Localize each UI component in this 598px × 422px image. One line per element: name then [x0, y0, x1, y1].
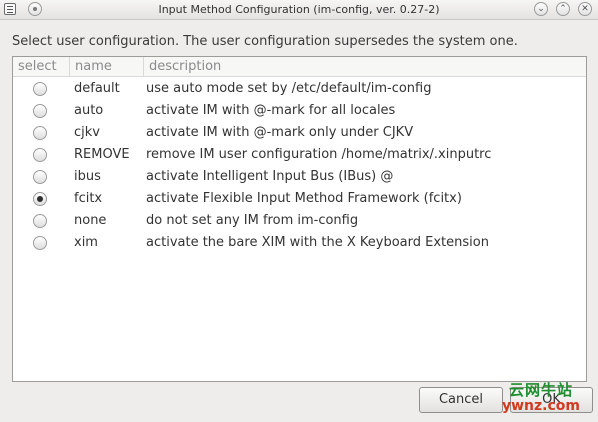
cancel-button[interactable]: Cancel: [419, 387, 503, 413]
watermark-line-1: 云网牛站: [508, 381, 573, 399]
list-item[interactable]: default use auto mode set by /etc/defaul…: [13, 78, 586, 100]
dialog-window: Input Method Configuration (im-config, v…: [0, 0, 598, 422]
item-description: activate Intelligent Input Bus (IBus) @: [146, 169, 394, 184]
minimize-button[interactable]: ⌄: [534, 2, 548, 16]
radio-button[interactable]: [33, 82, 47, 96]
item-description: activate IM with @-mark only under CJKV: [146, 125, 414, 140]
radio-button[interactable]: [33, 214, 47, 228]
item-name: none: [74, 213, 107, 228]
item-description: remove IM user configuration /home/matri…: [146, 147, 492, 162]
column-header-select[interactable]: select: [13, 57, 70, 76]
item-name: xim: [74, 235, 98, 250]
radio-button[interactable]: [33, 236, 47, 250]
item-description: activate Flexible Input Method Framework…: [146, 191, 462, 206]
radio-button[interactable]: [33, 192, 47, 206]
item-name: auto: [74, 103, 104, 118]
list-item[interactable]: REMOVE remove IM user configuration /hom…: [13, 144, 586, 166]
radio-button[interactable]: [33, 170, 47, 184]
list-item[interactable]: fcitx activate Flexible Input Method Fra…: [13, 188, 586, 210]
item-description: activate IM with @-mark for all locales: [146, 103, 396, 118]
column-header-description[interactable]: description: [144, 57, 586, 76]
item-name: fcitx: [74, 191, 103, 206]
title-bar[interactable]: Input Method Configuration (im-config, v…: [0, 0, 598, 20]
item-description: activate the bare XIM with the X Keyboar…: [146, 235, 489, 250]
radio-button[interactable]: [33, 104, 47, 118]
watermark-line-2: ywnz.com: [502, 398, 580, 414]
list-rows: default use auto mode set by /etc/defaul…: [13, 78, 586, 254]
list-item[interactable]: ibus activate Intelligent Input Bus (IBu…: [13, 166, 586, 188]
site-watermark: 云网牛站 ywnz.com: [500, 382, 582, 414]
item-name: REMOVE: [74, 147, 130, 162]
window-title: Input Method Configuration (im-config, v…: [158, 3, 440, 16]
item-name: cjkv: [74, 125, 100, 140]
list-item[interactable]: xim activate the bare XIM with the X Key…: [13, 232, 586, 254]
item-name: default: [74, 81, 120, 96]
list-header: select name description: [13, 57, 586, 77]
list-item[interactable]: cjkv activate IM with @-mark only under …: [13, 122, 586, 144]
configuration-list[interactable]: select name description default use auto…: [12, 56, 587, 382]
radio-button[interactable]: [33, 148, 47, 162]
maximize-button[interactable]: ⌃: [556, 2, 570, 16]
radio-button[interactable]: [33, 126, 47, 140]
list-item[interactable]: auto activate IM with @-mark for all loc…: [13, 100, 586, 122]
list-item[interactable]: none do not set any IM from im-config: [13, 210, 586, 232]
instruction-text: Select user configuration. The user conf…: [12, 34, 518, 49]
item-description: use auto mode set by /etc/default/im-con…: [146, 81, 432, 96]
close-button[interactable]: ✕: [578, 2, 592, 16]
column-header-name[interactable]: name: [70, 57, 144, 76]
item-name: ibus: [74, 169, 101, 184]
item-description: do not set any IM from im-config: [146, 213, 359, 228]
